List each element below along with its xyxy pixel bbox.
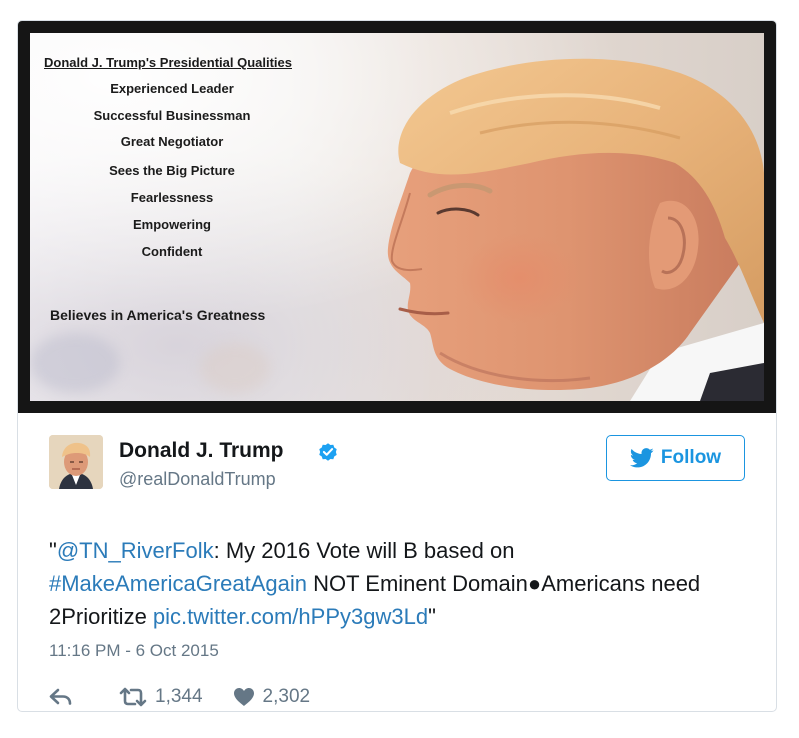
quality-item: Great Negotiator <box>120 134 224 149</box>
retweet-button[interactable]: 1,344 <box>119 686 203 708</box>
pic-link[interactable]: pic.twitter.com/hPPy3gw3Ld <box>153 604 428 629</box>
reply-button[interactable] <box>49 687 73 707</box>
twitter-bird-icon <box>629 448 654 468</box>
tweet-body: Donald J. Trump @realDonaldTrump Follow … <box>18 413 776 711</box>
quality-item: Sees the Big Picture <box>109 163 235 178</box>
follow-label: Follow <box>660 447 722 468</box>
hashtag-link[interactable]: #MakeAmericaGreatAgain <box>49 571 307 596</box>
tweet-text-part: : My 2016 Vote will B based on <box>213 538 515 563</box>
tweet-timestamp[interactable]: 11:16 PM - 6 Oct 2015 <box>49 641 219 661</box>
tweet-text: "@TN_RiverFolk: My 2016 Vote will B base… <box>49 534 739 633</box>
heart-icon <box>233 688 254 706</box>
tweet-actions: 1,344 2,302 <box>49 683 310 711</box>
open-quote: " <box>49 538 57 563</box>
retweet-count: 1,344 <box>155 686 203 707</box>
retweet-icon <box>119 687 147 707</box>
avatar-image <box>49 435 103 489</box>
like-count: 2,302 <box>262 686 311 707</box>
quality-item: Confident <box>141 244 203 259</box>
like-button[interactable]: 2,302 <box>233 686 311 708</box>
author-name[interactable]: Donald J. Trump <box>119 439 284 463</box>
media-photo: Donald J. Trump's Presidential Qualities… <box>30 33 764 401</box>
close-quote: " <box>428 604 436 629</box>
follow-button[interactable]: Follow <box>606 435 745 481</box>
tweet-card: Donald J. Trump's Presidential Qualities… <box>17 20 777 712</box>
background-blur <box>200 343 270 393</box>
avatar[interactable] <box>49 435 103 489</box>
quality-item: Fearlessness <box>130 190 214 205</box>
quality-item: Empowering <box>132 217 211 232</box>
reply-icon <box>49 688 72 705</box>
qualities-title: Donald J. Trump's Presidential Qualities <box>44 55 292 70</box>
quality-item: Successful Businessman <box>93 108 251 123</box>
verified-badge-icon <box>319 443 337 461</box>
background-blur <box>30 333 120 393</box>
portrait-image <box>387 58 764 401</box>
mention-link[interactable]: @TN_RiverFolk <box>57 538 214 563</box>
tweet-media[interactable]: Donald J. Trump's Presidential Qualities… <box>18 21 776 413</box>
quality-item: Experienced Leader <box>110 81 234 96</box>
qualities-closing: Believes in America's Greatness <box>50 307 266 323</box>
author-handle[interactable]: @realDonaldTrump <box>119 469 276 490</box>
